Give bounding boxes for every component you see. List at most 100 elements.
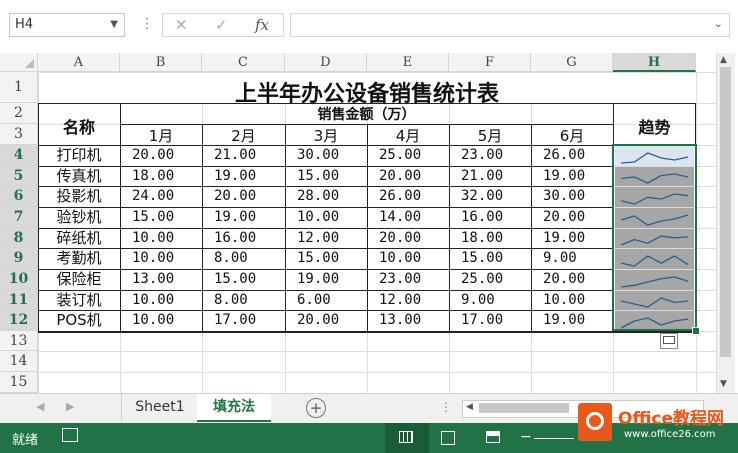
row-header-15[interactable]: 15 bbox=[0, 372, 38, 393]
status-ready: 就绪 bbox=[12, 433, 39, 448]
row-header-4[interactable]: 4 bbox=[0, 145, 38, 166]
column-header-a[interactable]: A bbox=[38, 53, 120, 72]
column-header-g[interactable]: G bbox=[531, 53, 613, 72]
tab-fill-method[interactable]: 填充法 bbox=[197, 394, 271, 422]
row-header-2[interactable]: 2 bbox=[0, 103, 38, 124]
name-box[interactable]: H4 ▼ bbox=[9, 13, 125, 37]
sales-value: 19.00 bbox=[214, 209, 257, 225]
enter-icon[interactable]: ✓ bbox=[215, 16, 228, 34]
add-sheet-icon[interactable]: + bbox=[306, 398, 326, 418]
row-header-5[interactable]: 5 bbox=[0, 166, 38, 186]
sales-value: 25.00 bbox=[379, 147, 422, 163]
sales-value: 14.00 bbox=[379, 209, 422, 225]
table-border bbox=[38, 331, 696, 333]
cancel-icon[interactable]: ✕ bbox=[175, 16, 188, 34]
watermark-url: www.office26.com bbox=[624, 429, 716, 440]
product-name: 投影机 bbox=[56, 187, 102, 205]
sales-value: 25.00 bbox=[461, 271, 504, 287]
sales-value: 19.00 bbox=[214, 168, 257, 184]
macro-record-icon[interactable] bbox=[62, 428, 78, 442]
fill-handle[interactable] bbox=[692, 327, 700, 335]
sales-value: 16.00 bbox=[214, 230, 257, 246]
sales-value: 28.00 bbox=[297, 188, 340, 204]
sales-value: 30.00 bbox=[297, 147, 340, 163]
sales-value: 15.00 bbox=[461, 250, 504, 266]
row-header-10[interactable]: 10 bbox=[0, 269, 38, 290]
sales-value: 12.00 bbox=[297, 230, 340, 246]
sales-value: 10.00 bbox=[297, 209, 340, 225]
row-header-6[interactable]: 6 bbox=[0, 186, 38, 207]
scroll-down-icon[interactable]: ▼ bbox=[720, 379, 727, 389]
sales-value: 15.00 bbox=[297, 250, 340, 266]
formula-bar: H4 ▼ ⋮ ✕ ✓ fx ⌄ bbox=[0, 0, 738, 42]
formula-input[interactable]: ⌄ bbox=[290, 13, 730, 37]
expand-formula-icon[interactable]: ⌄ bbox=[714, 17, 723, 30]
page-break-icon[interactable] bbox=[486, 431, 500, 443]
sales-value: 9.00 bbox=[543, 250, 577, 266]
sales-value: 20.00 bbox=[543, 271, 586, 287]
tab-scroll-left-icon[interactable]: ◀ bbox=[36, 400, 44, 413]
column-header-c[interactable]: C bbox=[202, 53, 285, 72]
more-options-icon[interactable]: ⋮ bbox=[140, 16, 154, 32]
sales-value: 15.00 bbox=[297, 168, 340, 184]
page-layout-icon[interactable] bbox=[441, 431, 455, 445]
name-box-value: H4 bbox=[15, 17, 34, 32]
sales-value: 20.00 bbox=[379, 230, 422, 246]
row-header-12[interactable]: 12 bbox=[0, 310, 38, 331]
normal-view-icon[interactable] bbox=[385, 423, 429, 453]
insert-function-icon[interactable]: fx bbox=[255, 16, 269, 34]
more-options-icon[interactable]: ⋮ bbox=[440, 400, 452, 414]
row-header-1[interactable]: 1 bbox=[0, 72, 38, 103]
watermark-logo: Office教程网 www.office26.com bbox=[568, 400, 738, 453]
tab-scroll-right-icon[interactable]: ▶ bbox=[66, 400, 74, 413]
scroll-thumb[interactable] bbox=[720, 67, 731, 357]
sales-value: 30.00 bbox=[543, 188, 586, 204]
chevron-down-icon[interactable]: ▼ bbox=[110, 14, 118, 36]
scroll-up-icon[interactable]: ▲ bbox=[720, 55, 727, 65]
sales-value: 13.00 bbox=[132, 271, 175, 287]
sales-value: 19.00 bbox=[297, 271, 340, 287]
column-header-e[interactable]: E bbox=[367, 53, 449, 72]
sales-value: 17.00 bbox=[214, 312, 257, 328]
sales-value: 10.00 bbox=[543, 292, 586, 308]
column-header-d[interactable]: D bbox=[285, 53, 367, 72]
sales-value: 10.00 bbox=[132, 230, 175, 246]
row-header-8[interactable]: 8 bbox=[0, 228, 38, 248]
month-header: 5月 bbox=[477, 127, 503, 145]
row-header-11[interactable]: 11 bbox=[0, 290, 38, 310]
hscroll-thumb[interactable] bbox=[479, 403, 569, 413]
product-name: 考勤机 bbox=[56, 249, 102, 267]
vertical-scrollbar[interactable]: ▲ ▼ bbox=[716, 53, 735, 393]
sales-value: 26.00 bbox=[543, 147, 586, 163]
row-header-13[interactable]: 13 bbox=[0, 331, 38, 351]
sales-value: 12.00 bbox=[379, 292, 422, 308]
row-header-9[interactable]: 9 bbox=[0, 248, 38, 269]
select-all-corner[interactable] bbox=[0, 53, 38, 72]
row-header-14[interactable]: 14 bbox=[0, 351, 38, 372]
trend-header: 趋势 bbox=[638, 118, 671, 137]
sales-value: 21.00 bbox=[214, 147, 257, 163]
sales-value: 26.00 bbox=[379, 188, 422, 204]
row-header-7[interactable]: 7 bbox=[0, 207, 38, 228]
quick-analysis-icon[interactable] bbox=[660, 333, 678, 349]
column-header-f[interactable]: F bbox=[449, 53, 531, 72]
month-header: 6月 bbox=[559, 127, 585, 145]
sales-value: 6.00 bbox=[297, 292, 331, 308]
scroll-left-icon[interactable]: ◀ bbox=[466, 402, 473, 412]
sales-value: 10.00 bbox=[132, 250, 175, 266]
column-header-b[interactable]: B bbox=[120, 53, 202, 72]
tab-sheet1[interactable]: Sheet1 bbox=[121, 394, 199, 420]
sales-value: 20.00 bbox=[132, 147, 175, 163]
sales-value: 20.00 bbox=[297, 312, 340, 328]
sales-value: 18.00 bbox=[132, 168, 175, 184]
row-header-3[interactable]: 3 bbox=[0, 124, 38, 145]
column-header-h[interactable]: H bbox=[613, 53, 696, 72]
product-name: 验钞机 bbox=[56, 208, 102, 226]
sales-value: 19.00 bbox=[543, 168, 586, 184]
zoom-out-icon[interactable]: − bbox=[520, 429, 532, 445]
product-name: POS机 bbox=[56, 311, 102, 329]
sales-value: 13.00 bbox=[379, 312, 422, 328]
amount-header: 销售金额（万） bbox=[317, 107, 416, 123]
sales-value: 10.00 bbox=[379, 250, 422, 266]
sales-value: 19.00 bbox=[543, 230, 586, 246]
